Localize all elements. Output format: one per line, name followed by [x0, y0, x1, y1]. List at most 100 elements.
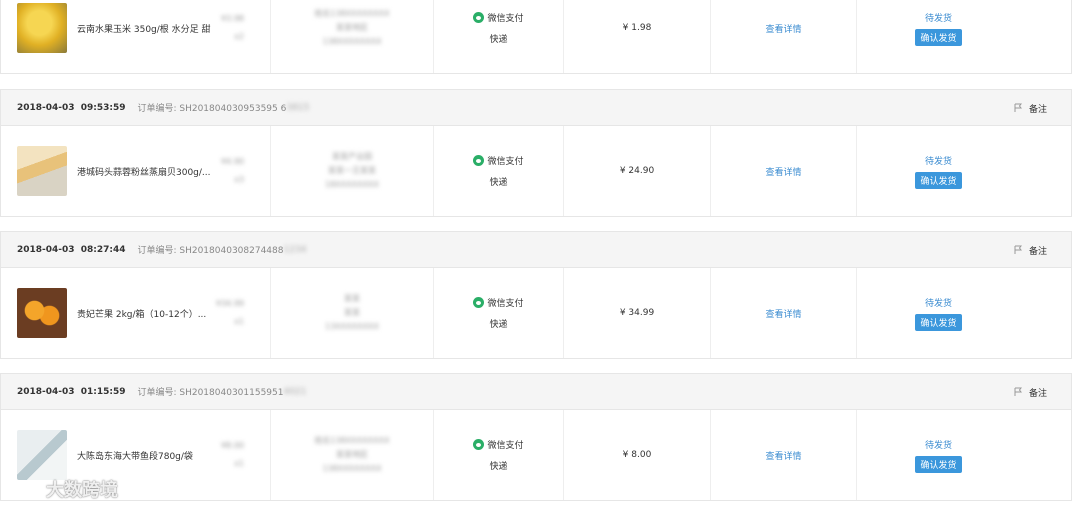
- order-status: 待发货: [924, 156, 952, 167]
- total-cell: ¥ 34.99: [564, 268, 711, 358]
- payment-method: 微信支付: [473, 11, 524, 24]
- payment-method-label: 微信支付: [487, 157, 524, 167]
- buyer-name: 某某产业园: [332, 152, 372, 161]
- payment-method: 微信支付: [473, 154, 524, 167]
- fish-thumbnail[interactable]: [17, 430, 67, 480]
- order-body: 港城码头蒜蓉粉丝蒸扇贝300g/... ¥4.90 x3 某某产业园 某某一王某…: [1, 126, 1071, 216]
- order-card: 2018-04-03 01:15:59 订单编号: SH201804030115…: [0, 373, 1072, 501]
- order-time: 2018-04-03 08:27:44: [17, 244, 126, 255]
- buyer-name: 某某: [344, 294, 360, 303]
- flag-icon: [1014, 245, 1022, 254]
- total-cell: ¥ 24.90: [564, 126, 711, 216]
- view-details-link[interactable]: 查看详情: [765, 307, 801, 320]
- shipping-method: 快递: [489, 462, 508, 472]
- detail-cell: 查看详情: [711, 268, 857, 358]
- view-details-link[interactable]: 查看详情: [765, 22, 801, 35]
- note-button[interactable]: 备注: [1013, 232, 1047, 268]
- note-button[interactable]: 备注: [1013, 374, 1047, 410]
- order-card: 2018-04-03 08:27:44 订单编号: SH201804030827…: [0, 231, 1072, 359]
- confirm-ship-button[interactable]: 确认发货: [915, 171, 962, 189]
- payment-cell: 微信支付 快递: [434, 126, 564, 216]
- order-card: 云南水果玉米 350g/根 水分足 甜 ¥3.98 x2 姓名138XXXXXX…: [0, 0, 1072, 74]
- payment-cell: 微信支付 快递: [434, 0, 564, 73]
- product-name[interactable]: 贵妃芒果 2kg/箱（10-12个）...: [77, 307, 206, 320]
- order-header: 2018-04-03 08:27:44 订单编号: SH201804030827…: [1, 232, 1071, 268]
- product-name[interactable]: 大陈岛东海大带鱼段780g/袋: [77, 449, 193, 462]
- detail-cell: 查看详情: [711, 0, 857, 73]
- watermark-text: 大数跨境: [46, 480, 118, 501]
- view-details-link[interactable]: 查看详情: [765, 165, 801, 178]
- payment-method-label: 微信支付: [487, 441, 524, 451]
- flag-icon: [1014, 103, 1022, 112]
- buyer-phone: 138XXXXXXXX: [322, 464, 382, 473]
- order-body: 云南水果玉米 350g/根 水分足 甜 ¥3.98 x2 姓名138XXXXXX…: [1, 0, 1071, 73]
- order-header: 2018-04-03 09:53:59 订单编号: SH201804030953…: [1, 90, 1071, 126]
- product-cell: 港城码头蒜蓉粉丝蒸扇贝300g/... ¥4.90 x3: [1, 126, 271, 216]
- note-label: 备注: [1028, 104, 1047, 115]
- buyer-address: 某某一王某某: [328, 166, 376, 175]
- product-cell: 云南水果玉米 350g/根 水分足 甜 ¥3.98 x2: [1, 0, 271, 73]
- buyer-address: 某某地区: [336, 450, 368, 459]
- payment-method: 微信支付: [473, 438, 524, 451]
- note-label: 备注: [1028, 388, 1047, 399]
- product-name[interactable]: 云南水果玉米 350g/根 水分足 甜: [77, 22, 211, 35]
- price-qty: ¥4.90 x3: [221, 153, 244, 189]
- total-cell: ¥ 8.00: [564, 410, 711, 500]
- order-status: 待发货: [924, 440, 952, 451]
- brand-logo-icon: [11, 482, 41, 496]
- price-qty: ¥8.00 x1: [221, 437, 244, 473]
- shipping-method: 快递: [489, 178, 508, 188]
- payment-cell: 微信支付 快递: [434, 410, 564, 500]
- corn-thumbnail[interactable]: [17, 3, 67, 53]
- unit-price: ¥3.98: [221, 14, 244, 23]
- order-number: 订单编号: SH2018040301155951: [137, 388, 284, 398]
- view-details-link[interactable]: 查看详情: [765, 449, 801, 462]
- buyer-phone: 13XXXXXXXX: [324, 322, 380, 331]
- buyer-address: 某某: [344, 308, 360, 317]
- payment-cell: 微信支付 快递: [434, 268, 564, 358]
- wechat-pay-icon: [473, 297, 485, 308]
- detail-cell: 查看详情: [711, 126, 857, 216]
- unit-price: ¥4.90: [221, 157, 244, 166]
- order-time: 2018-04-03 01:15:59: [17, 386, 126, 397]
- order-number-masked: 4021: [283, 386, 307, 397]
- buyer-phone: 18XXXXXXXX: [324, 180, 380, 189]
- confirm-ship-button[interactable]: 确认发货: [915, 313, 962, 331]
- buyer-phone: 138XXXXXXXX: [322, 37, 382, 46]
- status-cell: 待发货 确认发货: [857, 268, 1020, 358]
- status-cell: 待发货 确认发货: [857, 410, 1020, 500]
- quantity: x2: [234, 32, 244, 41]
- price-qty: ¥3.98 x2: [221, 10, 244, 46]
- product-cell: 贵妃芒果 2kg/箱（10-12个）... ¥34.99 x1: [1, 268, 271, 358]
- order-number: 订单编号: SH201804030953595 6: [137, 104, 287, 114]
- quantity: x3: [234, 175, 244, 184]
- unit-price: ¥34.99: [216, 299, 244, 308]
- order-time: 2018-04-03 09:53:59: [17, 102, 126, 113]
- order-number: 订单编号: SH2018040308274488: [137, 246, 284, 256]
- buyer-name: 姓名138XXXXXXXX: [314, 436, 390, 445]
- order-body: 大陈岛东海大带鱼段780g/袋 ¥8.00 x1 姓名138XXXXXXXX 某…: [1, 410, 1071, 500]
- note-button[interactable]: 备注: [1013, 90, 1047, 126]
- status-cell: 待发货 确认发货: [857, 0, 1020, 73]
- fans-scallop-thumbnail[interactable]: [17, 146, 67, 196]
- quantity: x1: [234, 317, 244, 326]
- shipping-method: 快递: [489, 320, 508, 330]
- buyer-address: 某某地区: [336, 23, 368, 32]
- buyer-cell: 某某产业园 某某一王某某 18XXXXXXXX: [271, 126, 434, 216]
- note-label: 备注: [1028, 246, 1047, 257]
- watermark: 大数跨境: [10, 476, 118, 502]
- wechat-pay-icon: [473, 12, 485, 23]
- buyer-cell: 姓名138XXXXXXXX 某某地区 138XXXXXXXX: [271, 0, 434, 73]
- buyer-cell: 某某 某某 13XXXXXXXX: [271, 268, 434, 358]
- status-cell: 待发货 确认发货: [857, 126, 1020, 216]
- shipping-method: 快递: [489, 35, 508, 45]
- total-cell: ¥ 1.98: [564, 0, 711, 73]
- wechat-pay-icon: [473, 155, 485, 166]
- confirm-ship-button[interactable]: 确认发货: [915, 28, 962, 46]
- confirm-ship-button[interactable]: 确认发货: [915, 455, 962, 473]
- order-header: 2018-04-03 01:15:59 订单编号: SH201804030115…: [1, 374, 1071, 410]
- payment-method-label: 微信支付: [487, 14, 524, 24]
- product-name[interactable]: 港城码头蒜蓉粉丝蒸扇贝300g/...: [77, 165, 211, 178]
- price-qty: ¥34.99 x1: [216, 295, 244, 331]
- mango-thumbnail[interactable]: [17, 288, 67, 338]
